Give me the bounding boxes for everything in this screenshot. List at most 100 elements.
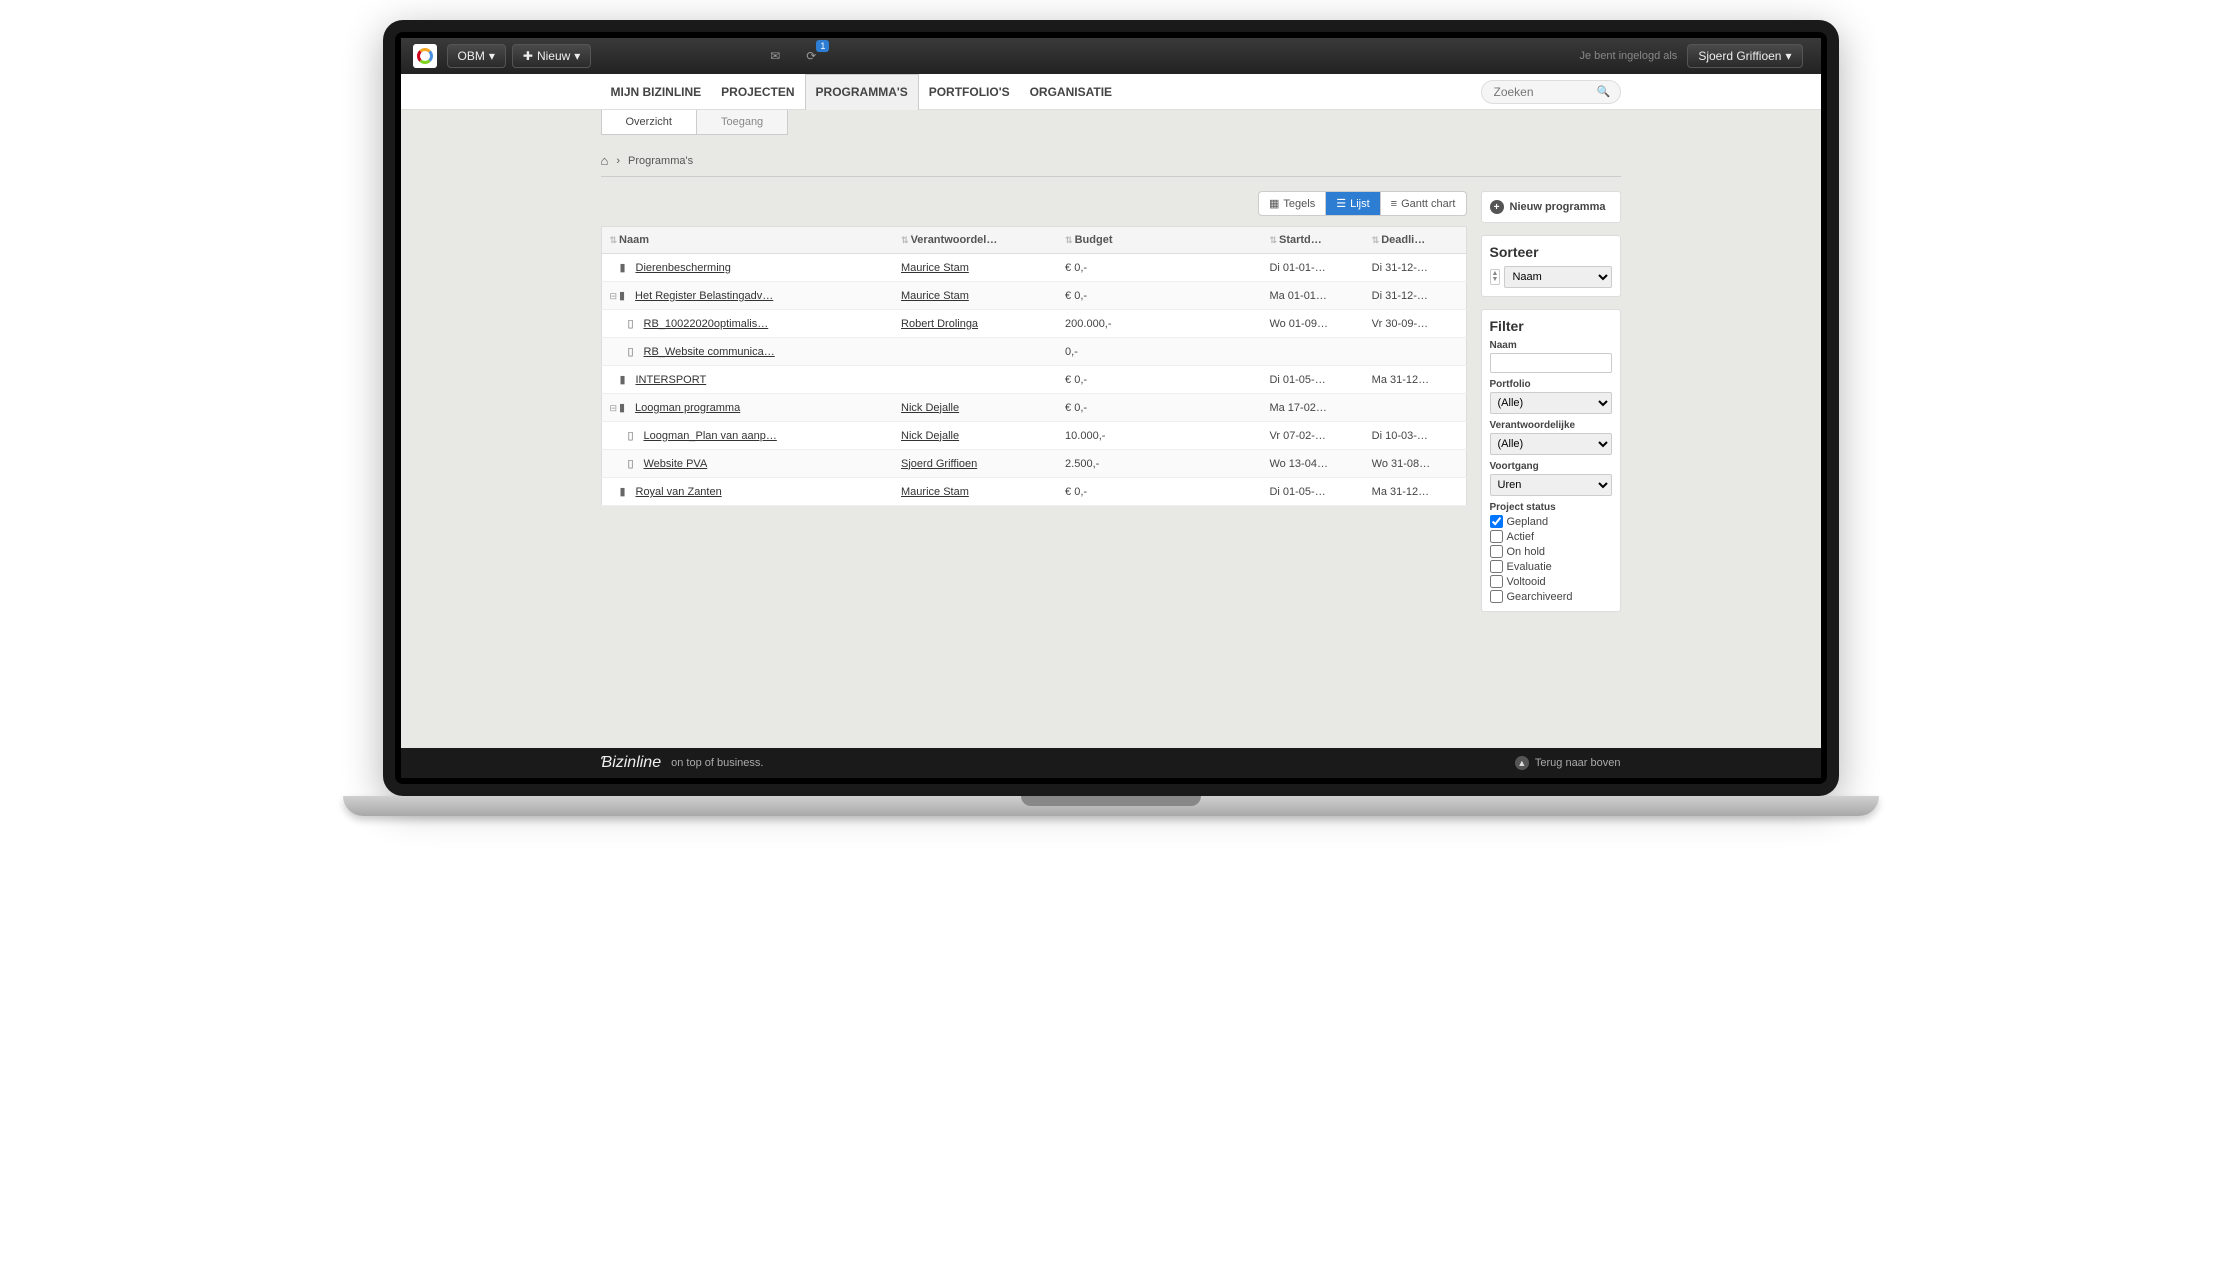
table-row[interactable]: ⊟▮Het Register Belastingadv…Maurice Stam… xyxy=(601,282,1466,310)
col-startdatum[interactable]: ⇅Startd… xyxy=(1261,227,1363,254)
topbar: OBM▾ ✚Nieuw▾ ✉ ⟳1 Je bent ingelogd als S… xyxy=(401,38,1821,74)
table-row[interactable]: ▯Loogman_Plan van aanp…Nick Dejalle10.00… xyxy=(601,422,1466,450)
filter-voortgang-select[interactable]: Uren xyxy=(1490,474,1612,496)
filter-voortgang-label: Voortgang xyxy=(1490,461,1612,472)
row-name[interactable]: Loogman programma xyxy=(635,402,740,414)
row-name[interactable]: Loogman_Plan van aanp… xyxy=(644,430,777,442)
row-responsible[interactable]: Nick Dejalle xyxy=(901,402,959,414)
folder-icon: ▮ xyxy=(620,261,632,274)
status-option[interactable]: On hold xyxy=(1490,545,1612,558)
row-name[interactable]: Website PVA xyxy=(644,458,708,470)
table-row[interactable]: ⊟▮Loogman programmaNick Dejalle€ 0,-Ma 1… xyxy=(601,394,1466,422)
col-verantwoordelijke[interactable]: ⇅Verantwoordel… xyxy=(893,227,1057,254)
filter-status-label: Project status xyxy=(1490,502,1612,513)
sort-direction[interactable]: ▲▼ xyxy=(1490,269,1501,285)
table-row[interactable]: ▯RB_10022020optimalis…Robert Drolinga200… xyxy=(601,310,1466,338)
breadcrumb-current: Programma's xyxy=(628,155,693,167)
status-checkbox[interactable] xyxy=(1490,545,1503,558)
row-name[interactable]: RB_Website communica… xyxy=(644,346,775,358)
nav-organisatie[interactable]: ORGANISATIE xyxy=(1020,74,1122,110)
nav-portfolios[interactable]: PORTFOLIO'S xyxy=(919,74,1020,110)
status-option[interactable]: Actief xyxy=(1490,530,1612,543)
table-row[interactable]: ▯RB_Website communica…0,- xyxy=(601,338,1466,366)
home-icon[interactable]: ⌂ xyxy=(601,153,609,168)
plus-icon: ✚ xyxy=(523,49,533,63)
status-option[interactable]: Evaluatie xyxy=(1490,560,1612,573)
status-checkbox[interactable] xyxy=(1490,575,1503,588)
org-selector[interactable]: OBM▾ xyxy=(447,44,506,68)
col-deadline[interactable]: ⇅Deadli… xyxy=(1364,227,1466,254)
status-checkbox[interactable] xyxy=(1490,530,1503,543)
folder-icon: ▮ xyxy=(620,485,632,498)
table-row[interactable]: ▮INTERSPORT€ 0,-Di 01-05-…Ma 31-12… xyxy=(601,366,1466,394)
row-deadline xyxy=(1364,394,1466,422)
col-naam[interactable]: ⇅Naam xyxy=(601,227,893,254)
view-list[interactable]: ☰Lijst xyxy=(1326,192,1380,215)
status-checkbox[interactable] xyxy=(1490,560,1503,573)
status-label: On hold xyxy=(1507,546,1546,558)
row-name[interactable]: RB_10022020optimalis… xyxy=(644,318,769,330)
row-deadline: Wo 31-08… xyxy=(1364,450,1466,478)
sort-heading: Sorteer xyxy=(1490,244,1612,260)
row-name[interactable]: Het Register Belastingadv… xyxy=(635,290,773,302)
status-option[interactable]: Gearchiveerd xyxy=(1490,590,1612,603)
table-row[interactable]: ▮Royal van ZantenMaurice Stam€ 0,-Di 01-… xyxy=(601,478,1466,506)
collapse-icon[interactable]: ⊟ xyxy=(610,291,618,301)
view-gantt[interactable]: ≡Gantt chart xyxy=(1381,192,1466,215)
row-responsible[interactable]: Robert Drolinga xyxy=(901,318,978,330)
tasks-icon[interactable]: ⟳1 xyxy=(797,42,825,70)
view-tiles[interactable]: ▦Tegels xyxy=(1259,192,1326,215)
back-to-top[interactable]: ▲ Terug naar boven xyxy=(1515,756,1621,770)
filter-naam-label: Naam xyxy=(1490,340,1612,351)
row-budget: 2.500,- xyxy=(1057,450,1261,478)
subtab-overzicht[interactable]: Overzicht xyxy=(601,110,697,135)
status-option[interactable]: Gepland xyxy=(1490,515,1612,528)
filter-portfolio-label: Portfolio xyxy=(1490,379,1612,390)
filter-naam-input[interactable] xyxy=(1490,353,1612,373)
app-logo[interactable] xyxy=(413,44,437,68)
subtab-toegang[interactable]: Toegang xyxy=(696,110,788,135)
row-startdate: Di 01-01-… xyxy=(1261,254,1363,282)
row-responsible[interactable]: Maurice Stam xyxy=(901,262,969,274)
user-menu[interactable]: Sjoerd Griffioen▾ xyxy=(1687,44,1802,68)
row-name[interactable]: INTERSPORT xyxy=(636,374,707,386)
programmas-table: ⇅Naam ⇅Verantwoordel… ⇅Budget ⇅Startd… ⇅… xyxy=(601,226,1467,506)
nav-programmas[interactable]: PROGRAMMA'S xyxy=(805,74,919,110)
row-responsible[interactable]: Maurice Stam xyxy=(901,290,969,302)
row-startdate: Ma 01-01… xyxy=(1261,282,1363,310)
breadcrumb-separator: › xyxy=(616,155,620,167)
search-icon[interactable]: 🔍 xyxy=(1597,85,1611,98)
table-row[interactable]: ▮DierenbeschermingMaurice Stam€ 0,-Di 01… xyxy=(601,254,1466,282)
row-deadline: Di 31-12-… xyxy=(1364,254,1466,282)
nav-mijn-bizinline[interactable]: MIJN BIZINLINE xyxy=(601,74,712,110)
filter-heading: Filter xyxy=(1490,318,1612,334)
nav-projecten[interactable]: PROJECTEN xyxy=(711,74,804,110)
sort-icon: ⇅ xyxy=(610,235,618,245)
col-budget[interactable]: ⇅Budget xyxy=(1057,227,1261,254)
new-programma-box: + Nieuw programma xyxy=(1481,191,1621,223)
new-button[interactable]: ✚Nieuw▾ xyxy=(512,44,591,68)
row-responsible[interactable]: Sjoerd Griffioen xyxy=(901,458,977,470)
status-label: Gepland xyxy=(1507,516,1549,528)
view-switcher: ▦Tegels ☰Lijst ≡Gantt chart xyxy=(1258,191,1466,216)
sort-field-select[interactable]: Naam xyxy=(1504,266,1611,288)
table-row[interactable]: ▯Website PVASjoerd Griffioen2.500,-Wo 13… xyxy=(601,450,1466,478)
document-icon: ▯ xyxy=(628,317,640,330)
filter-portfolio-select[interactable]: (Alle) xyxy=(1490,392,1612,414)
status-checkbox[interactable] xyxy=(1490,515,1503,528)
document-icon: ▯ xyxy=(628,457,640,470)
status-checkbox[interactable] xyxy=(1490,590,1503,603)
collapse-icon[interactable]: ⊟ xyxy=(610,403,618,413)
chevron-down-icon: ▾ xyxy=(1785,49,1791,63)
row-budget: 0,- xyxy=(1057,338,1261,366)
row-name[interactable]: Dierenbescherming xyxy=(636,262,731,274)
row-name[interactable]: Royal van Zanten xyxy=(636,486,722,498)
breadcrumb: ⌂ › Programma's xyxy=(601,145,1621,177)
filter-verant-select[interactable]: (Alle) xyxy=(1490,433,1612,455)
status-option[interactable]: Voltooid xyxy=(1490,575,1612,588)
row-responsible[interactable]: Nick Dejalle xyxy=(901,430,959,442)
sort-icon: ⇅ xyxy=(1372,235,1380,245)
row-responsible[interactable]: Maurice Stam xyxy=(901,486,969,498)
new-programma-button[interactable]: + Nieuw programma xyxy=(1490,200,1612,214)
mail-icon[interactable]: ✉ xyxy=(761,42,789,70)
